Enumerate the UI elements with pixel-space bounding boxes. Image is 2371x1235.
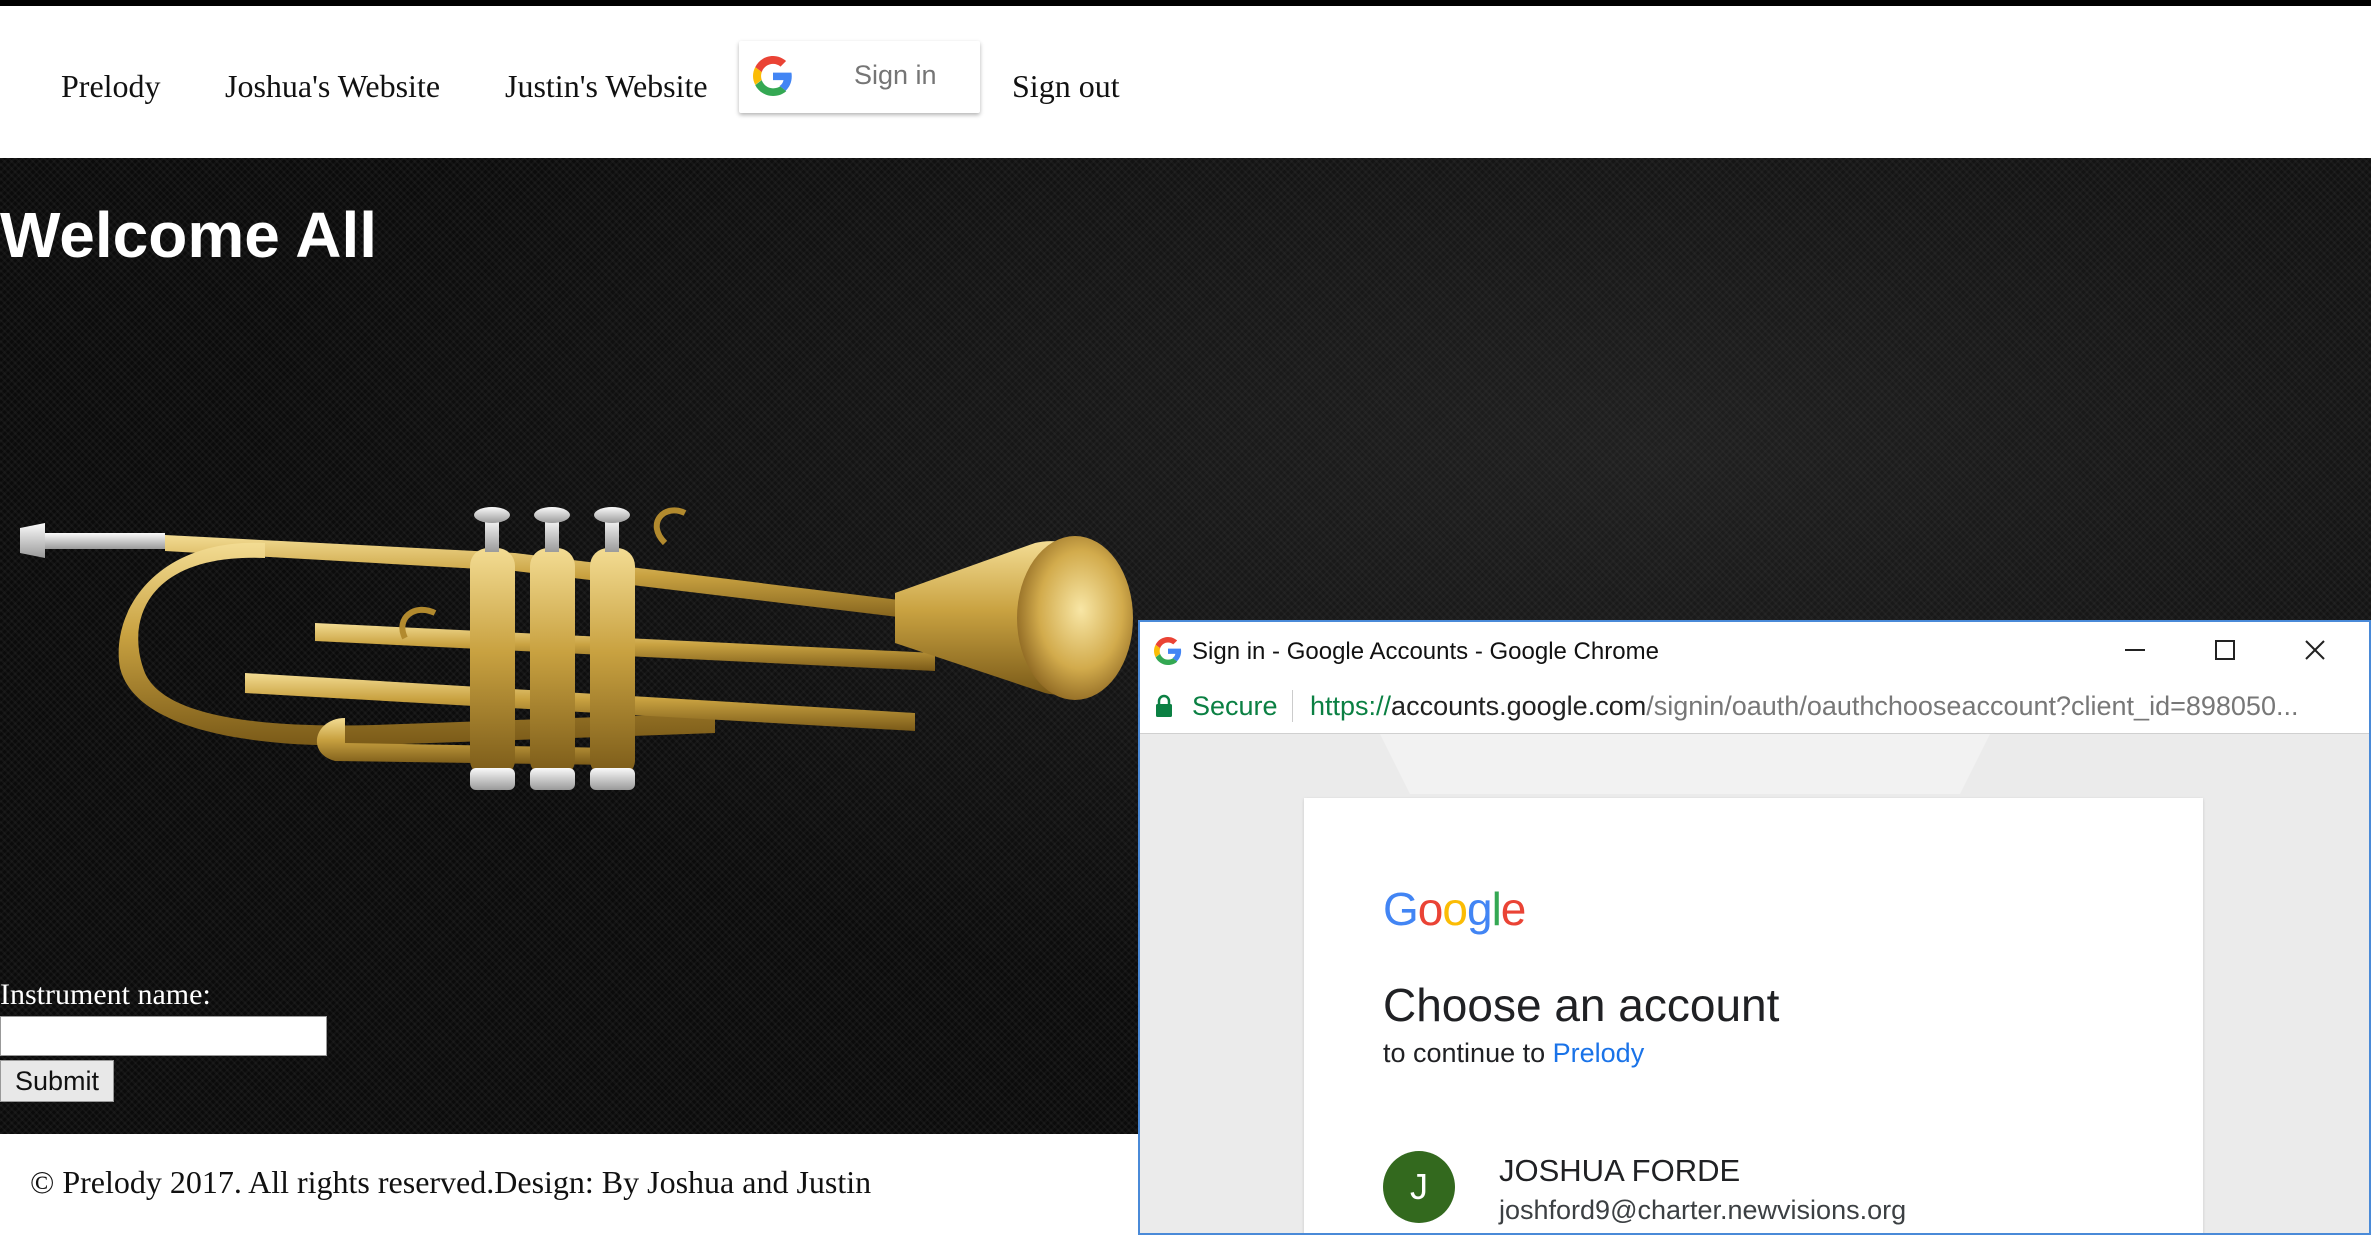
maximize-button[interactable] xyxy=(2180,622,2270,678)
google-logo-letter: g xyxy=(1466,883,1493,935)
maximize-icon xyxy=(2215,640,2235,660)
continue-to-text: to continue to Prelody xyxy=(1383,1038,1644,1069)
nav-link-justins-website[interactable]: Justin's Website xyxy=(505,68,708,105)
account-name: JOSHUA FORDE xyxy=(1499,1153,1741,1188)
url-text[interactable]: https://accounts.google.com/signin/oauth… xyxy=(1310,691,2298,722)
url-scheme: https:// xyxy=(1310,691,1392,721)
url-host: accounts.google.com xyxy=(1391,691,1647,721)
address-bar[interactable]: Secure https://accounts.google.com/signi… xyxy=(1140,678,2369,734)
instrument-name-input[interactable] xyxy=(0,1016,327,1056)
google-logo-letter: o xyxy=(1417,883,1444,935)
submit-button[interactable]: Submit xyxy=(0,1060,114,1102)
nav-link-sign-out[interactable]: Sign out xyxy=(1012,68,1120,105)
choose-account-card: Google Choose an account to continue to … xyxy=(1304,798,2203,1233)
choose-account-heading: Choose an account xyxy=(1383,979,1780,1031)
account-email: joshford9@charter.newvisions.org xyxy=(1499,1195,1907,1225)
minimize-icon xyxy=(2125,649,2145,651)
app-name-link[interactable]: Prelody xyxy=(1553,1038,1645,1068)
google-logo-letter: G xyxy=(1383,883,1419,935)
secure-label: Secure xyxy=(1192,691,1278,721)
page-title: Welcome All xyxy=(0,199,377,271)
google-signin-button[interactable]: Sign in xyxy=(739,41,980,113)
address-separator xyxy=(1292,690,1293,722)
window-titlebar[interactable]: Sign in - Google Accounts - Google Chrom… xyxy=(1140,622,2369,678)
signin-label: Sign in xyxy=(854,60,937,90)
google-signin-popup-window: Sign in - Google Accounts - Google Chrom… xyxy=(1138,620,2371,1235)
navbar: Prelody Joshua's Website Justin's Websit… xyxy=(0,6,2371,158)
nav-link-prelody[interactable]: Prelody xyxy=(61,68,161,105)
trumpet-image xyxy=(20,507,1133,790)
url-path: /signin/oauth/oauthchooseaccount?client_… xyxy=(1646,691,2299,721)
account-list-item[interactable]: J JOSHUA FORDE joshford9@charter.newvisi… xyxy=(1364,1133,2144,1233)
window-title: Sign in - Google Accounts - Google Chrom… xyxy=(1192,638,1659,665)
google-logo-letter: l xyxy=(1491,883,1502,935)
google-logo: Google xyxy=(1383,882,1527,936)
instrument-name-label: Instrument name: xyxy=(0,978,211,1011)
nav-link-joshuas-website[interactable]: Joshua's Website xyxy=(225,68,440,105)
close-button[interactable] xyxy=(2270,622,2360,678)
google-favicon-icon xyxy=(1154,637,1182,665)
close-icon xyxy=(2305,640,2325,660)
minimize-button[interactable] xyxy=(2090,622,2180,678)
avatar: J xyxy=(1383,1151,1455,1223)
google-logo-letter: e xyxy=(1500,883,1527,935)
google-g-icon xyxy=(753,56,792,96)
continue-prefix: to continue to xyxy=(1383,1038,1546,1068)
google-logo-letter: o xyxy=(1442,883,1468,935)
footer-text: © Prelody 2017. All rights reserved.Desi… xyxy=(30,1164,872,1200)
lock-icon xyxy=(1156,694,1172,717)
